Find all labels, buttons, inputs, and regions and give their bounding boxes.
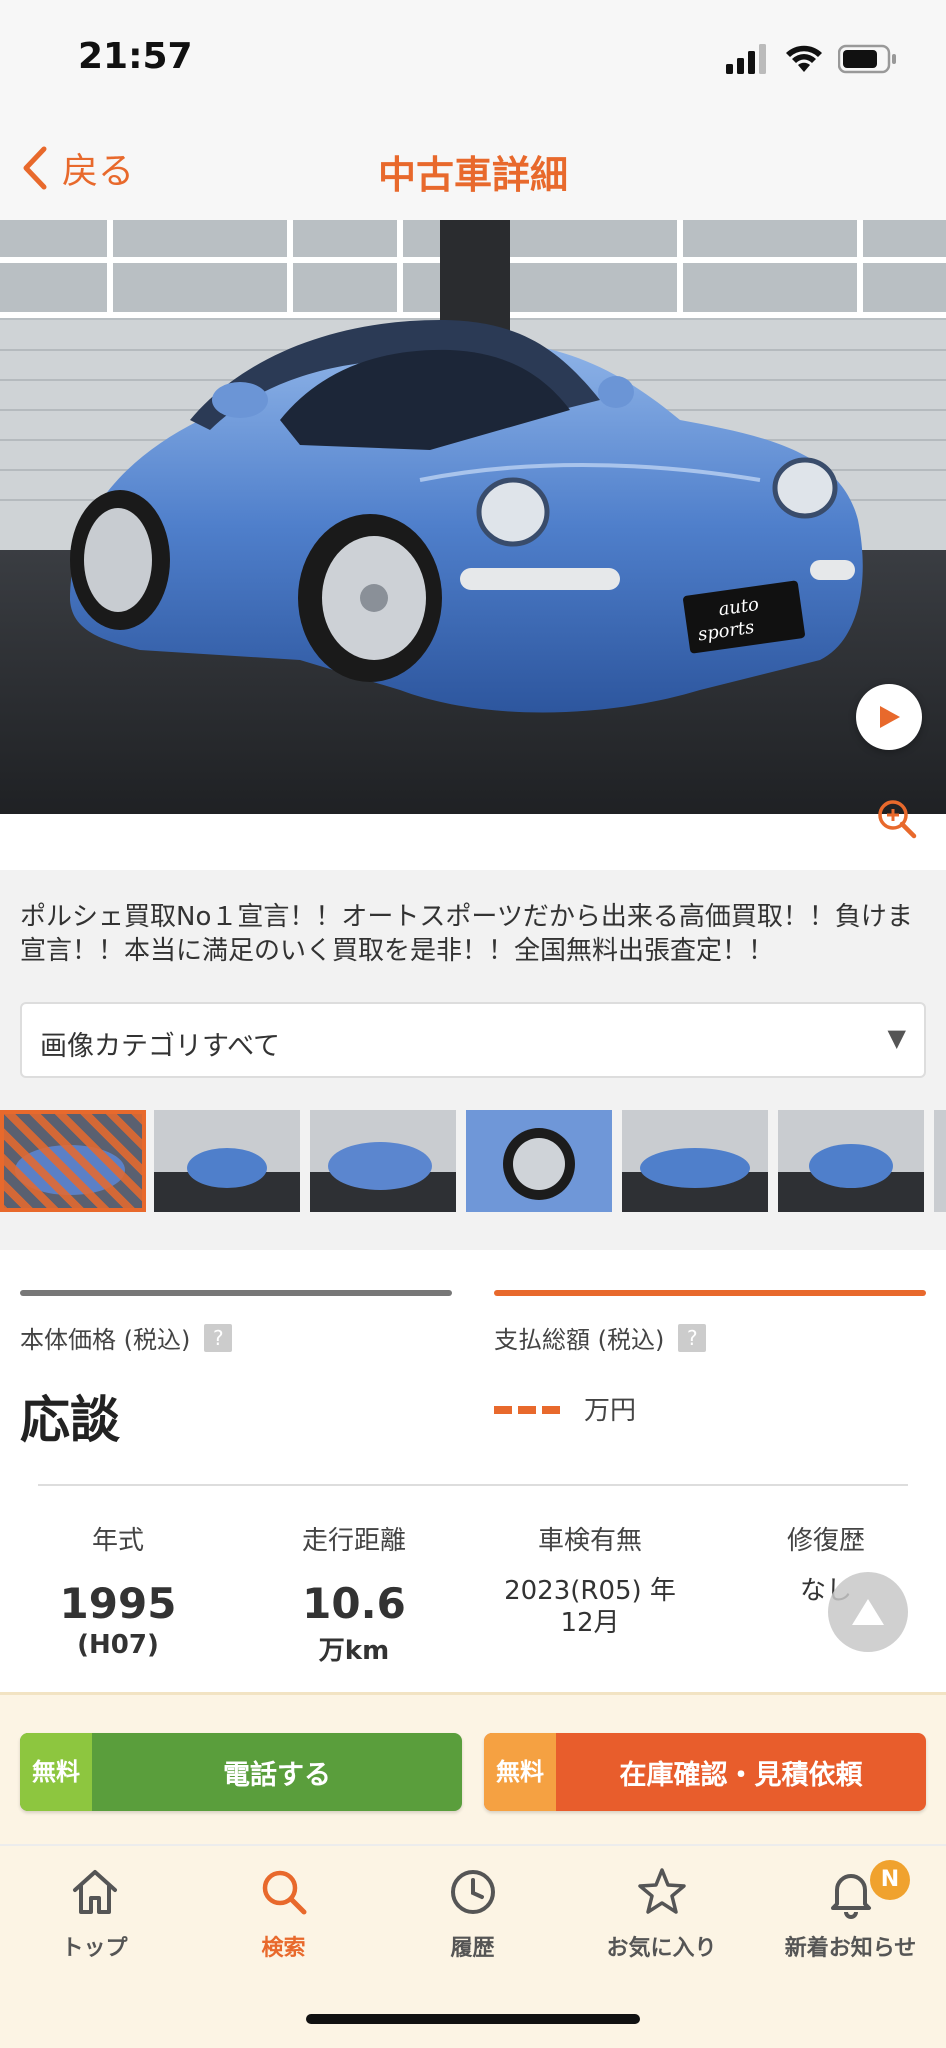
total-price-dash bbox=[494, 1406, 560, 1414]
spec-inspection: 車検有無 2023(R05) 年12月 bbox=[490, 1520, 690, 1639]
help-icon[interactable]: ? bbox=[678, 1323, 707, 1352]
help-icon[interactable]: ? bbox=[204, 1323, 233, 1352]
search-icon bbox=[262, 1870, 306, 1915]
promo-text: ポルシェ買取No１宣言！！オートスポーツだから出来る高価買取！！負けま宣言！！本… bbox=[20, 902, 913, 966]
home-icon bbox=[72, 1870, 117, 1914]
play-icon bbox=[880, 706, 900, 728]
base-price-bar bbox=[20, 1290, 452, 1296]
spec-label: 修復歴 bbox=[786, 1526, 865, 1556]
home-indicator[interactable] bbox=[306, 2014, 640, 2024]
page-title: 中古車詳細 bbox=[377, 153, 568, 197]
phone-button-label: 電話する bbox=[223, 1759, 331, 1791]
dropdown-arrow-icon: ▼ bbox=[887, 1024, 906, 1052]
spec-value: 10.6 bbox=[302, 1579, 406, 1628]
thumbnail[interactable] bbox=[466, 1110, 612, 1212]
spec-mileage: 走行距離 10.6 万km bbox=[254, 1520, 454, 1667]
total-price-bar bbox=[494, 1290, 926, 1296]
total-price-label-row: 支払総額 (税込) ? bbox=[494, 1320, 707, 1355]
base-price-label: 本体価格 (税込) bbox=[20, 1326, 191, 1354]
tab-search[interactable]: 検索 bbox=[189, 1864, 378, 1962]
spec-sub: 万km bbox=[318, 1636, 390, 1666]
clock-icon bbox=[450, 1870, 495, 1914]
status-bar: 21:57 bbox=[0, 0, 946, 120]
tab-label: トップ bbox=[61, 1936, 128, 1961]
spec-value: 2023(R05) 年12月 bbox=[504, 1576, 676, 1638]
price-section: 本体価格 (税込) ? 支払総額 (税込) ? 応談 万円 年式 1995 (H… bbox=[0, 1250, 946, 1690]
inquiry-button-label: 在庫確認・見積依頼 bbox=[619, 1759, 863, 1791]
spec-label: 年式 bbox=[91, 1526, 144, 1556]
star-icon bbox=[637, 1868, 686, 1914]
tab-label: 検索 bbox=[261, 1936, 306, 1961]
free-badge: 無料 bbox=[20, 1733, 92, 1811]
zoom-in-icon bbox=[878, 800, 917, 839]
scroll-to-top-button[interactable] bbox=[828, 1572, 908, 1652]
bell-icon bbox=[830, 1874, 871, 1919]
thumbnail[interactable] bbox=[622, 1110, 768, 1212]
thumbnail[interactable] bbox=[778, 1110, 924, 1212]
thumbnail[interactable] bbox=[0, 1110, 146, 1212]
zoom-strip bbox=[0, 814, 946, 870]
tab-label: お気に入り bbox=[606, 1936, 717, 1961]
tab-favorites[interactable]: お気に入り bbox=[567, 1864, 756, 1962]
divider bbox=[38, 1484, 908, 1486]
signal-icon bbox=[726, 44, 766, 74]
free-badge: 無料 bbox=[484, 1733, 556, 1811]
total-price-unit: 万円 bbox=[584, 1396, 637, 1426]
tab-notifications[interactable]: N 新着お知らせ bbox=[756, 1860, 945, 1962]
status-time: 21:57 bbox=[78, 36, 193, 77]
tab-label: 新着お知らせ bbox=[784, 1936, 917, 1961]
spec-value: 1995 bbox=[59, 1579, 177, 1628]
battery-icon bbox=[838, 44, 896, 74]
thumbnail-strip[interactable] bbox=[0, 1106, 946, 1214]
status-icons bbox=[726, 44, 898, 74]
spec-sub: (H07) bbox=[77, 1630, 159, 1660]
image-category-select[interactable]: 画像カテゴリすべて ▼ bbox=[20, 1002, 926, 1078]
car-main-photo[interactable]: auto sports bbox=[0, 220, 946, 814]
tab-label: 履歴 bbox=[450, 1936, 495, 1961]
base-price-value: 応談 bbox=[20, 1391, 120, 1449]
spec-label: 走行距離 bbox=[301, 1526, 406, 1556]
nav-bar: 戻る 中古車詳細 bbox=[0, 120, 946, 220]
thumbnail[interactable] bbox=[934, 1110, 946, 1212]
arrow-up-icon bbox=[852, 1599, 884, 1625]
action-bar: 無料 電話する 無料 在庫確認・見積依頼 bbox=[0, 1692, 946, 1844]
spec-year: 年式 1995 (H07) bbox=[18, 1520, 218, 1660]
image-category-value: 画像カテゴリすべて bbox=[40, 1031, 281, 1062]
tab-top[interactable]: トップ bbox=[0, 1864, 189, 1962]
car-photo-illustration: auto sports bbox=[0, 220, 946, 814]
notification-badge: N bbox=[870, 1860, 910, 1900]
play-video-button[interactable] bbox=[856, 684, 922, 750]
wifi-icon bbox=[786, 45, 822, 72]
page: 21:57 戻る 中古車詳細 auto sports ポルシェ買取No１宣言！！… bbox=[0, 0, 946, 2048]
thumbnail[interactable] bbox=[154, 1110, 300, 1212]
info-section: ポルシェ買取No１宣言！！オートスポーツだから出来る高価買取！！負けま宣言！！本… bbox=[0, 870, 946, 1250]
spec-label: 車検有無 bbox=[537, 1526, 642, 1556]
thumbnail[interactable] bbox=[310, 1110, 456, 1212]
zoom-button[interactable] bbox=[876, 798, 918, 844]
inquiry-button[interactable]: 無料 在庫確認・見積依頼 bbox=[484, 1733, 926, 1811]
base-price-label-row: 本体価格 (税込) ? bbox=[20, 1320, 233, 1355]
selected-overlay bbox=[0, 1110, 146, 1212]
phone-button[interactable]: 無料 電話する bbox=[20, 1733, 462, 1811]
total-price-label: 支払総額 (税込) bbox=[494, 1326, 665, 1354]
tab-history[interactable]: 履歴 bbox=[378, 1864, 567, 1962]
